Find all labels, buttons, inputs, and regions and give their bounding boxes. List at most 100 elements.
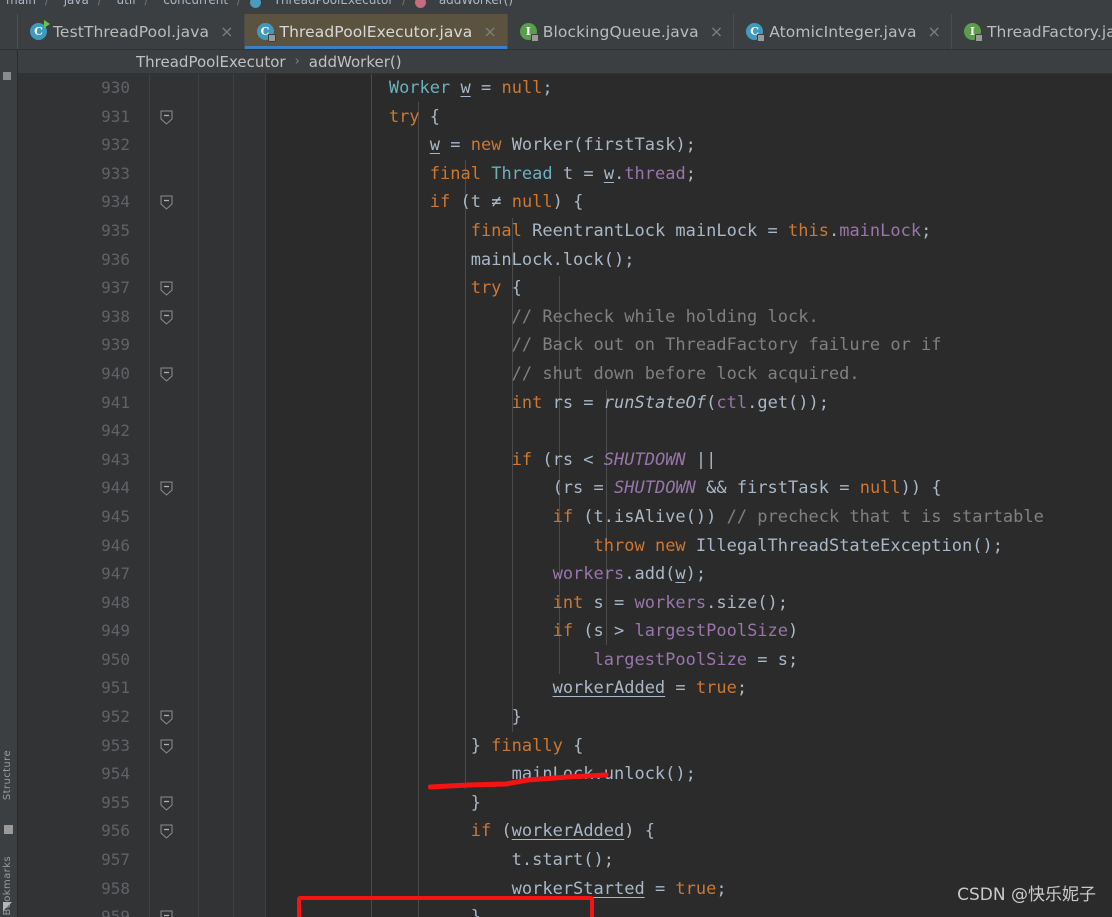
code-line[interactable]: 940 // shut down before lock acquired. — [18, 360, 1112, 389]
code-token: Worker(firstTask); — [501, 135, 696, 156]
flag-icon[interactable] — [3, 902, 12, 911]
close-icon[interactable]: × — [928, 23, 941, 40]
stripe-marker-icon[interactable] — [3, 72, 11, 80]
path-segment[interactable]: java — [64, 0, 89, 6]
code-line[interactable]: 953 } finally { — [18, 732, 1112, 761]
code-fold-toggle-icon[interactable] — [160, 824, 173, 840]
code-text[interactable]: } — [266, 789, 481, 818]
code-text[interactable]: if (t.isAlive()) // precheck that t is s… — [266, 503, 1044, 532]
code-line[interactable]: 930 Worker w = null; — [18, 74, 1112, 103]
code-fold-toggle-icon[interactable] — [160, 110, 173, 125]
code-fold-toggle-icon[interactable] — [160, 710, 173, 725]
code-line[interactable]: 943 if (rs < SHUTDOWN || — [18, 446, 1112, 475]
path-segment[interactable]: addWorker() — [439, 0, 513, 6]
code-line[interactable]: 938 // Recheck while holding lock. — [18, 303, 1112, 332]
code-line[interactable]: 933 final Thread t = w.thread; — [18, 160, 1112, 189]
code-line[interactable]: 945 if (t.isAlive()) // precheck that t … — [18, 503, 1112, 532]
code-line[interactable]: 936 mainLock.lock(); — [18, 246, 1112, 275]
code-text[interactable]: w = new Worker(firstTask); — [266, 131, 696, 160]
code-line[interactable]: 955 } — [18, 789, 1112, 818]
code-token: // Recheck while holding lock. — [511, 306, 819, 327]
code-line[interactable]: 941 int rs = runStateOf(ctl.get()); — [18, 389, 1112, 418]
code-fold-toggle-icon[interactable] — [160, 796, 173, 811]
code-fold-toggle-icon[interactable] — [160, 281, 173, 296]
code-fold-toggle-icon[interactable] — [160, 310, 173, 325]
code-content[interactable]: 930 Worker w = null; 931 try {932 w = new… — [18, 74, 1112, 917]
breadcrumb-item-method[interactable]: addWorker() — [309, 53, 402, 71]
code-line[interactable]: 932 w = new Worker(firstTask); — [18, 131, 1112, 160]
code-text[interactable]: // Recheck while holding lock. — [266, 303, 819, 332]
editor-tab-AtomicInteger[interactable]: C AtomicInteger.java × — [734, 14, 952, 49]
code-fold-toggle-icon[interactable] — [160, 910, 173, 917]
breadcrumb-item-class[interactable]: ThreadPoolExecutor — [136, 53, 286, 71]
code-text[interactable]: int rs = runStateOf(ctl.get()); — [266, 389, 829, 418]
editor-tab-ThreadFactory[interactable]: I ThreadFactory.java × — [951, 14, 1112, 49]
code-line[interactable]: 939 // Back out on ThreadFactory failure… — [18, 331, 1112, 360]
editor-tab-ThreadPoolExecutor[interactable]: C ThreadPoolExecutor.java × — [244, 14, 508, 49]
code-text[interactable]: if (s > largestPoolSize) — [266, 617, 799, 646]
code-token: if — [552, 621, 574, 642]
path-segment[interactable]: ThreadPoolExecutor — [274, 0, 394, 6]
code-text[interactable]: if (rs < SHUTDOWN || — [266, 446, 717, 475]
project-path-breadcrumb[interactable]: main / java / util / concurrent / Thread… — [0, 0, 1112, 14]
code-text[interactable]: int s = workers.size(); — [266, 589, 788, 618]
code-text[interactable]: // Back out on ThreadFactory failure or … — [266, 331, 942, 360]
close-icon[interactable]: × — [483, 23, 496, 40]
code-line[interactable]: 934 if (t ≠ null) { — [18, 188, 1112, 217]
code-line[interactable]: 954 mainLock.unlock(); — [18, 760, 1112, 789]
code-text[interactable]: t.start(); — [266, 846, 614, 875]
code-text[interactable]: largestPoolSize = s; — [266, 646, 799, 675]
code-text[interactable]: } — [266, 903, 481, 917]
code-text[interactable]: try { — [266, 103, 440, 132]
code-editor[interactable]: 930 Worker w = null; 931 try {932 w = new… — [18, 74, 1112, 917]
code-line[interactable]: 959 } — [18, 903, 1112, 917]
code-line[interactable]: 957 t.start(); — [18, 846, 1112, 875]
code-text[interactable]: workers.add(w); — [266, 560, 707, 589]
code-line[interactable]: 950 largestPoolSize = s; — [18, 646, 1112, 675]
code-text[interactable]: (rs = SHUTDOWN && firstTask = null)) { — [266, 474, 942, 503]
editor-tab-BlockingQueue[interactable]: I BlockingQueue.java × — [507, 14, 735, 49]
close-icon[interactable]: × — [220, 23, 233, 40]
code-text[interactable]: if (t ≠ null) { — [266, 188, 584, 217]
close-icon[interactable]: × — [710, 23, 723, 40]
code-text[interactable]: mainLock.lock(); — [266, 246, 635, 275]
code-text[interactable]: } — [266, 703, 522, 732]
code-text[interactable]: Worker w = null; — [266, 74, 553, 103]
editor-tab-TestThreadPool[interactable]: C TestThreadPool.java × — [18, 14, 245, 49]
code-fold-toggle-icon[interactable] — [160, 481, 173, 496]
code-fold-toggle-icon[interactable] — [160, 195, 173, 211]
code-line[interactable]: 951 workerAdded = true; — [18, 674, 1112, 703]
code-text[interactable]: if (workerAdded) { — [266, 817, 655, 846]
code-line[interactable]: 956 if (workerAdded) { — [18, 817, 1112, 846]
code-text[interactable]: final ReentrantLock mainLock = this.main… — [266, 217, 932, 246]
code-line[interactable]: 937 try { — [18, 274, 1112, 303]
path-segment[interactable]: util — [117, 0, 136, 6]
code-line[interactable]: 931 try { — [18, 103, 1112, 132]
code-line[interactable]: 947 workers.add(w); — [18, 560, 1112, 589]
code-text[interactable]: final Thread t = w.thread; — [266, 160, 696, 189]
path-segment[interactable]: concurrent — [163, 0, 228, 6]
code-text[interactable]: try { — [266, 274, 522, 303]
code-line[interactable]: 944 (rs = SHUTDOWN && firstTask = null))… — [18, 474, 1112, 503]
code-line[interactable]: 949 if (s > largestPoolSize) — [18, 617, 1112, 646]
code-line[interactable]: 958 workerStarted = true; — [18, 875, 1112, 904]
code-text[interactable]: workerAdded = true; — [266, 674, 748, 703]
code-text[interactable]: throw new IllegalThreadStateException(); — [266, 532, 1003, 561]
code-line[interactable]: 948 int s = workers.size(); — [18, 589, 1112, 618]
code-line[interactable]: 935 final ReentrantLock mainLock = this.… — [18, 217, 1112, 246]
code-line[interactable]: 946 throw new IllegalThreadStateExceptio… — [18, 532, 1112, 561]
code-text[interactable]: // shut down before lock acquired. — [266, 360, 860, 389]
path-segment[interactable]: main — [6, 0, 36, 6]
code-text[interactable]: mainLock.unlock(); — [266, 760, 696, 789]
tool-window-structure[interactable]: Structure — [2, 750, 13, 800]
code-fold-toggle-icon[interactable] — [160, 367, 173, 382]
code-line[interactable]: 952 } — [18, 703, 1112, 732]
code-text[interactable]: workerStarted = true; — [266, 875, 727, 904]
code-fold-toggle-icon[interactable] — [160, 739, 173, 754]
code-text[interactable]: } finally { — [266, 732, 584, 761]
line-number: 933 — [101, 163, 130, 183]
code-token: // shut down before lock acquired. — [511, 363, 860, 384]
code-line[interactable]: 942 — [18, 417, 1112, 446]
